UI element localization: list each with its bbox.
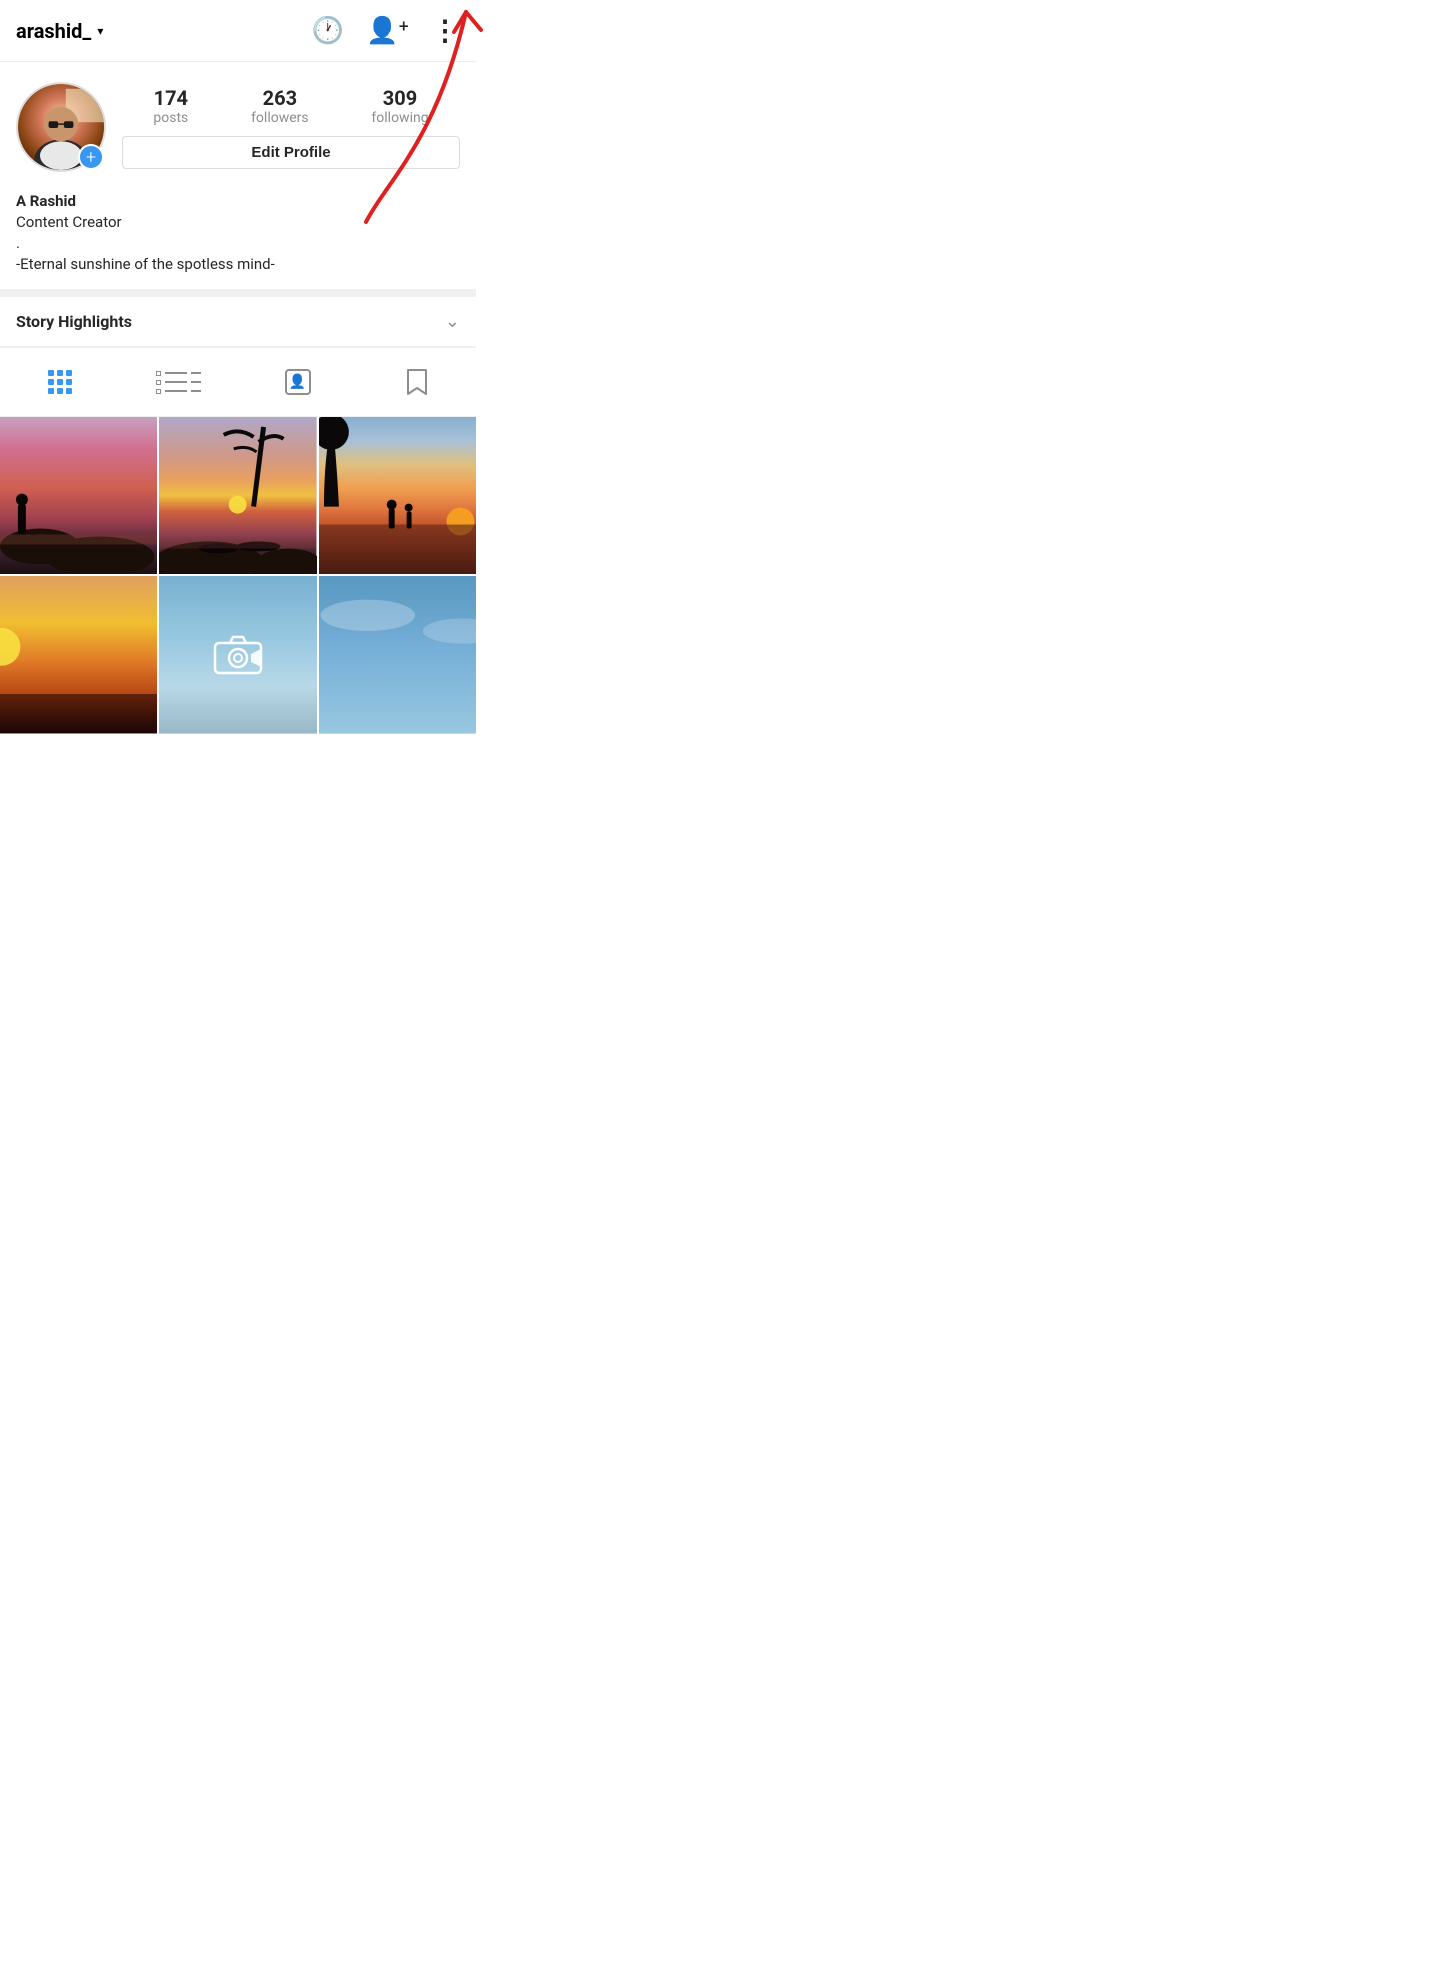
- person-silhouette: 👤: [289, 375, 306, 389]
- dropdown-icon[interactable]: ▾: [97, 24, 103, 38]
- top-nav: arashid_ ▾ 🕐 👤⁺ ⋮: [0, 0, 476, 62]
- photo-cell-5[interactable]: [159, 576, 316, 733]
- add-photo-button[interactable]: +: [78, 144, 104, 170]
- tab-tagged[interactable]: 👤: [238, 361, 357, 403]
- followers-label: followers: [251, 110, 309, 126]
- section-divider: [0, 289, 476, 297]
- photo-cell-3[interactable]: [319, 417, 476, 574]
- story-highlights-title: Story Highlights: [16, 312, 132, 331]
- photo-6-image: [319, 576, 476, 733]
- photo-1-image: [0, 417, 157, 574]
- following-label: following: [371, 110, 428, 126]
- person-box-icon: 👤: [285, 369, 311, 395]
- photo-grid: [0, 417, 476, 734]
- photo-3-image: [319, 417, 476, 574]
- edit-profile-button[interactable]: Edit Profile: [122, 136, 460, 169]
- tab-bar: 👤: [0, 348, 476, 417]
- photo-cell-4[interactable]: [0, 576, 157, 733]
- display-name: A Rashid: [16, 192, 460, 210]
- grid-icon: [48, 370, 72, 394]
- highlights-chevron-icon[interactable]: ⌄: [445, 311, 460, 332]
- photo-2-image: [159, 417, 316, 574]
- more-options-icon[interactable]: ⋮: [431, 14, 460, 47]
- tab-list[interactable]: [119, 363, 238, 402]
- following-stat[interactable]: 309 following: [371, 86, 428, 126]
- bio-dot: .: [16, 234, 460, 252]
- list-icon: [156, 371, 201, 394]
- bio-role: Content Creator: [16, 213, 460, 231]
- photo-cell-2[interactable]: [159, 417, 316, 574]
- followers-stat[interactable]: 263 followers: [251, 86, 309, 126]
- username-label: arashid_: [16, 19, 91, 43]
- add-person-icon[interactable]: 👤⁺: [366, 16, 409, 46]
- history-icon[interactable]: 🕐: [312, 16, 344, 46]
- tab-grid[interactable]: [0, 362, 119, 402]
- profile-stats: 174 posts 263 followers 309 following Ed…: [122, 86, 460, 169]
- nav-left: arashid_ ▾: [16, 19, 103, 43]
- nav-right: 🕐 👤⁺ ⋮: [312, 14, 460, 47]
- story-highlights-section: Story Highlights ⌄: [0, 297, 476, 347]
- following-count: 309: [383, 86, 417, 110]
- camera-icon: [213, 635, 263, 675]
- photo-cell-6[interactable]: [319, 576, 476, 733]
- tab-saved[interactable]: [357, 360, 476, 404]
- profile-header: + 174 posts 263 followers 309 following: [0, 62, 476, 188]
- posts-stat[interactable]: 174 posts: [153, 86, 188, 126]
- photo-cell-1[interactable]: [0, 417, 157, 574]
- followers-count: 263: [263, 86, 297, 110]
- bookmark-icon: [406, 368, 428, 396]
- posts-label: posts: [153, 110, 188, 126]
- photo-4-image: [0, 576, 157, 733]
- stats-row: 174 posts 263 followers 309 following: [122, 86, 460, 126]
- bio-quote: -Eternal sunshine of the spotless mind-: [16, 255, 460, 273]
- bio-section: A Rashid Content Creator . -Eternal suns…: [0, 188, 476, 289]
- posts-count: 174: [154, 86, 188, 110]
- avatar-container: +: [16, 82, 106, 172]
